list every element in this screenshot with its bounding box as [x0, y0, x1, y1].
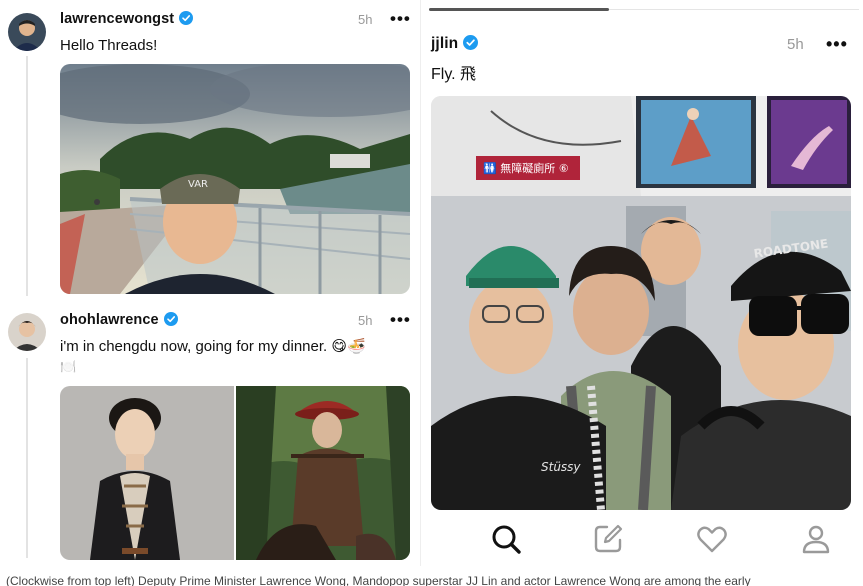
- post-text-line2: 🍽️: [60, 359, 77, 374]
- avatar[interactable]: [8, 313, 46, 351]
- more-options-icon[interactable]: •••: [390, 311, 411, 328]
- verified-icon: [463, 35, 479, 50]
- thread-line: [26, 358, 28, 558]
- tab-indicator: [429, 8, 609, 11]
- verified-icon: [179, 11, 194, 25]
- verified-icon: [163, 312, 178, 326]
- username-text: lawrencewongst: [60, 11, 175, 27]
- more-options-icon[interactable]: •••: [826, 35, 848, 53]
- post-photo-1[interactable]: [60, 386, 234, 560]
- post-text: i'm in chengdu now, going for my dinner.…: [60, 338, 366, 355]
- svg-text:Stüssy: Stüssy: [541, 460, 581, 474]
- username-text: ohohlawrence: [60, 312, 159, 328]
- post-text: Fly. 飛: [431, 66, 477, 83]
- post-username[interactable]: jjlin: [431, 35, 479, 53]
- post-text: Hello Threads!: [60, 37, 158, 54]
- thread-line: [26, 56, 28, 296]
- post-time: 5h: [787, 36, 804, 53]
- profile-icon[interactable]: [799, 522, 833, 556]
- left-feed-panel: lawrencewongst 5h ••• Hello Threads! VAR…: [0, 0, 420, 566]
- avatar[interactable]: [8, 13, 46, 51]
- post-time: 5h: [358, 313, 373, 328]
- divider: [609, 9, 859, 10]
- username-text: jjlin: [431, 35, 459, 52]
- compose-icon[interactable]: [591, 522, 625, 556]
- post-photo-2[interactable]: [236, 386, 410, 560]
- post-username[interactable]: lawrencewongst: [60, 11, 194, 27]
- right-post-panel: jjlin 5h ••• Fly. 飛 🚻 無障礙廁所 ⑥ Stüssy ROA…: [420, 0, 863, 566]
- post-photo[interactable]: VAR: [60, 64, 410, 294]
- heart-icon[interactable]: [695, 522, 729, 556]
- post-photo[interactable]: 🚻 無障礙廁所 ⑥ Stüssy ROADTONE: [431, 96, 851, 510]
- search-icon[interactable]: [489, 522, 523, 556]
- cap-text: VAR: [188, 179, 208, 190]
- more-options-icon[interactable]: •••: [390, 10, 411, 27]
- airport-sign-text: 🚻 無障礙廁所 ⑥: [483, 161, 569, 175]
- image-caption: (Clockwise from top left) Deputy Prime M…: [6, 574, 751, 586]
- post-username[interactable]: ohohlawrence: [60, 312, 178, 328]
- post-time: 5h: [358, 12, 373, 27]
- bottom-nav: [421, 510, 863, 566]
